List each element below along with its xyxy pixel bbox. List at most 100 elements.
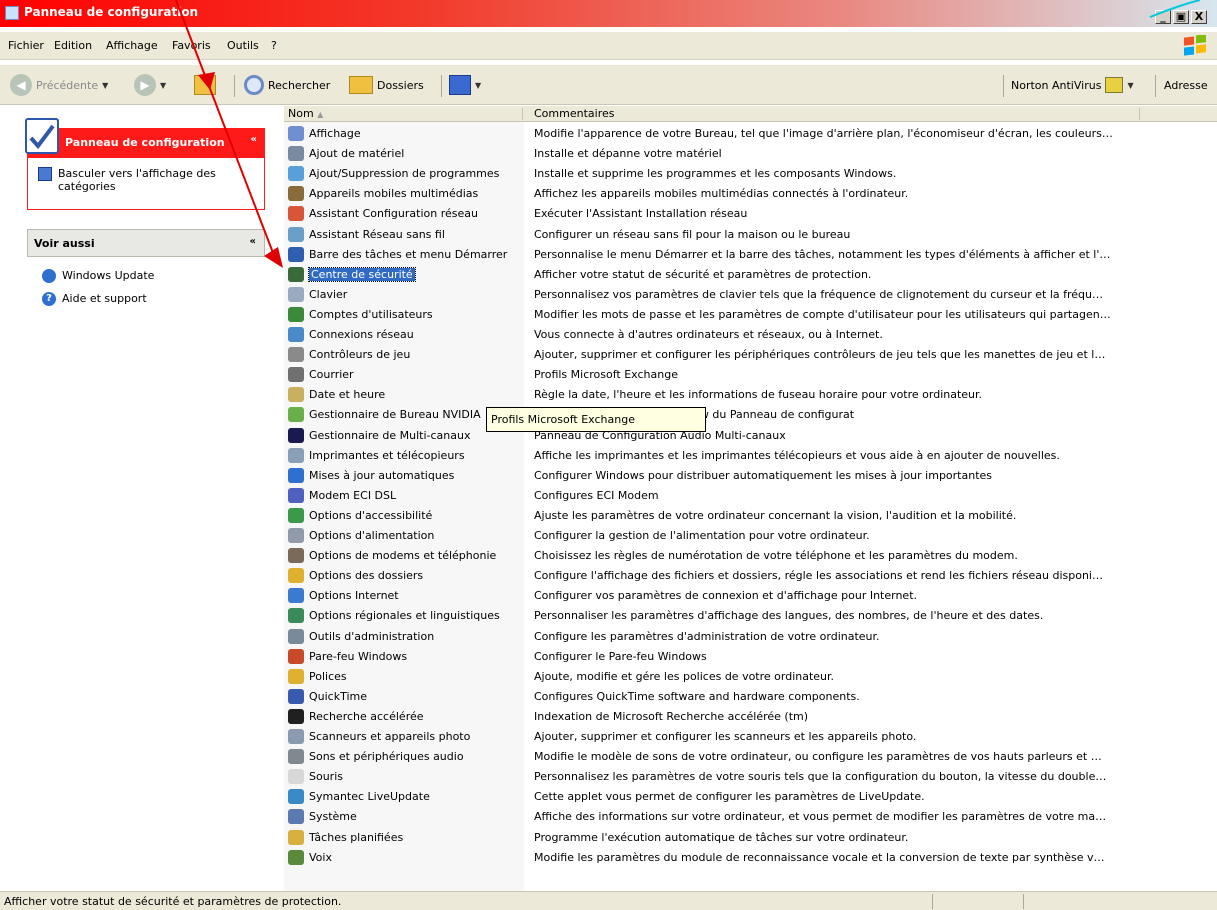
windows-update-label: Windows Update <box>62 269 155 282</box>
list-item[interactable]: Outils d'administration Configure les par… <box>284 627 1217 647</box>
list-item[interactable]: Ajout de matériel Installe et dépanne vot… <box>284 144 1217 164</box>
item-comment: Configurer la gestion de l'alimentation … <box>534 529 870 542</box>
item-name: Options de modems et téléphonie <box>309 549 497 563</box>
item-comment: Ajouter, supprimer et configurer les pér… <box>534 348 1106 362</box>
help-and-support-link[interactable]: ? Aide et support <box>42 292 147 306</box>
list-item[interactable]: Gestionnaire de Multi-canaux Panneau de C… <box>284 426 1217 446</box>
list-item[interactable]: Scanneurs et appareils photo Ajouter, sup… <box>284 727 1217 747</box>
list-item[interactable]: Gestionnaire de Bureau NVIDIAAffiche l'i… <box>284 405 1217 425</box>
item-name: Options des dossiers <box>309 569 424 583</box>
audio-channels-icon <box>288 427 304 443</box>
column-header-name[interactable]: Nom ▲ <box>288 107 323 120</box>
list-item[interactable]: Tâches planifiées Programme l'exécution a… <box>284 828 1217 848</box>
list-item[interactable]: Options d'alimentation Configurer la gest… <box>284 526 1217 546</box>
list-item[interactable]: QuickTime Configures QuickTime software a… <box>284 687 1217 707</box>
item-name: Options d'accessibilité <box>309 508 433 522</box>
see-also-panel-header[interactable]: Voir aussi « <box>27 229 265 257</box>
item-name: Symantec LiveUpdate <box>309 790 430 804</box>
list-item[interactable]: Imprimantes et télécopieurs Affiche les i… <box>284 446 1217 466</box>
list-item[interactable]: Contrôleurs de jeu Ajouter, supprimer et … <box>284 345 1217 365</box>
see-also-title: Voir aussi <box>34 237 95 250</box>
item-comment: Configurer un réseau sans fil pour la ma… <box>534 227 851 241</box>
control-panel-panel-title: Panneau de configuration <box>65 136 225 149</box>
item-name: Système <box>309 810 357 824</box>
list-item[interactable]: Connexions réseau Vous connecte à d'autre… <box>284 325 1217 345</box>
windows-update-link[interactable]: Windows Update <box>42 269 154 283</box>
item-comment: Choisissez les règles de numérotation de… <box>534 549 1018 563</box>
norton-antivirus-button[interactable]: Norton AntiVirus ▼ <box>1011 73 1134 97</box>
list-item[interactable]: Options Internet Configurer vos paramètre… <box>284 586 1217 606</box>
list-item[interactable]: Courrier Profils Microsoft Exchange <box>284 365 1217 385</box>
list-item[interactable]: Pare-feu Windows Configurer le Pare-feu W… <box>284 647 1217 667</box>
list-item[interactable]: Comptes d'utilisateurs Modifier les mots … <box>284 305 1217 325</box>
list-item[interactable]: Assistant Configuration réseau Exécuter l… <box>284 204 1217 224</box>
list-item[interactable]: Centre de sécurité Afficher votre statut … <box>284 265 1217 285</box>
list-item[interactable]: Date et heure Règle la date, l'heure et l… <box>284 385 1217 405</box>
up-folder-button[interactable] <box>194 73 216 97</box>
item-comment: Modifie le modèle de sons de votre ordin… <box>534 750 1102 764</box>
address-label[interactable]: Adresse <box>1164 73 1208 97</box>
chevron-down-icon: ▼ <box>475 80 482 90</box>
list-item[interactable]: Recherche accélérée Indexation de Microso… <box>284 707 1217 727</box>
forward-button[interactable]: ▶ ▼ <box>134 73 166 97</box>
search-button[interactable]: Rechercher <box>244 73 330 97</box>
item-name: Date et heure <box>309 388 386 402</box>
maximize-button[interactable]: ▣ <box>1173 10 1189 24</box>
item-name: Mises à jour automatiques <box>309 468 455 482</box>
title-bar[interactable]: Panneau de configuration _ ▣ X <box>0 0 1217 27</box>
list-item[interactable]: Sons et périphériques audio Modifie le mo… <box>284 747 1217 767</box>
list-item[interactable]: Voix Modifie les paramètres du module de … <box>284 848 1217 868</box>
windows-logo-icon <box>1184 35 1206 56</box>
item-name: Modem ECI DSL <box>309 488 397 502</box>
views-button[interactable]: ▼ <box>449 73 481 97</box>
list-item[interactable]: Assistant Réseau sans fil Configurer un r… <box>284 225 1217 245</box>
switch-to-category-view-link[interactable]: Basculer vers l'affichage des catégories <box>38 167 238 193</box>
list-item[interactable]: Système Affiche des informations sur votr… <box>284 807 1217 827</box>
menu-favoris[interactable]: Favoris <box>172 39 211 52</box>
list-item[interactable]: Ajout/Suppression de programmes Installe … <box>284 164 1217 184</box>
item-name: Pare-feu Windows <box>309 649 408 663</box>
item-name: Tâches planifiées <box>309 830 404 844</box>
collapse-icon[interactable]: « <box>250 236 256 247</box>
column-header-comments[interactable]: Commentaires <box>534 107 614 120</box>
list-item[interactable]: Options d'accessibilité Ajuste les paramè… <box>284 506 1217 526</box>
item-name: Comptes d'utilisateurs <box>309 307 433 321</box>
list-item[interactable]: Modem ECI DSL Configures ECI Modem <box>284 486 1217 506</box>
back-arrow-icon: ◀ <box>10 74 32 96</box>
scheduled-tasks-icon <box>288 829 304 845</box>
item-name: Scanneurs et appareils photo <box>309 730 471 743</box>
list-item[interactable]: Polices Ajoute, modifie et gére les polic… <box>284 667 1217 687</box>
help-and-support-label: Aide et support <box>62 292 147 305</box>
norton-icon <box>1105 77 1124 93</box>
close-button[interactable]: X <box>1191 10 1207 24</box>
item-comment: Personnalise le menu Démarrer et la barr… <box>534 247 1111 261</box>
menu-affichage[interactable]: Affichage <box>106 39 158 52</box>
list-item[interactable]: Options de modems et téléphonie Choisisse… <box>284 546 1217 566</box>
nvidia-icon <box>288 407 304 423</box>
list-item[interactable]: Souris Personnalisez les paramètres de vo… <box>284 767 1217 787</box>
list-item[interactable]: Clavier Personnalisez vos paramètres de c… <box>284 285 1217 305</box>
back-button[interactable]: ◀ Précédente ▼ <box>10 73 108 97</box>
views-icon <box>449 75 471 95</box>
menu-outils[interactable]: Outils <box>227 39 259 52</box>
list-item[interactable]: Options des dossiers Configure l'affichag… <box>284 566 1217 586</box>
list-item[interactable]: Symantec LiveUpdate Cette applet vous per… <box>284 787 1217 807</box>
folders-button[interactable]: Dossiers <box>349 73 424 97</box>
list-item[interactable]: Affichage Modifie l'apparence de votre Bu… <box>284 124 1217 144</box>
item-comment: Modifie l'apparence de votre Bureau, tel… <box>534 127 1113 140</box>
collapse-icon[interactable]: « <box>251 134 257 145</box>
list-item[interactable]: Appareils mobiles multimédias Affichez le… <box>284 184 1217 204</box>
menu-fichier[interactable]: Fichier <box>8 39 44 52</box>
item-comment: Configure les paramètres d'administratio… <box>534 629 880 643</box>
minimize-button[interactable]: _ <box>1155 10 1171 24</box>
item-comment: Configurer vos paramètres de connexion e… <box>534 589 918 603</box>
programs-icon <box>288 166 304 182</box>
list-item[interactable]: Options régionales et linguistiques Perso… <box>284 606 1217 626</box>
item-name: Courrier <box>309 368 354 382</box>
menu-help[interactable]: ? <box>271 39 277 52</box>
list-item[interactable]: Barre des tâches et menu Démarrer Personn… <box>284 245 1217 265</box>
item-comment: Personnalisez les paramètres de votre so… <box>534 770 1107 784</box>
list-item[interactable]: Mises à jour automatiques Configurer Wind… <box>284 466 1217 486</box>
menu-edition[interactable]: Edition <box>54 39 92 52</box>
control-panel-panel-header[interactable]: Panneau de configuration « <box>27 128 265 158</box>
